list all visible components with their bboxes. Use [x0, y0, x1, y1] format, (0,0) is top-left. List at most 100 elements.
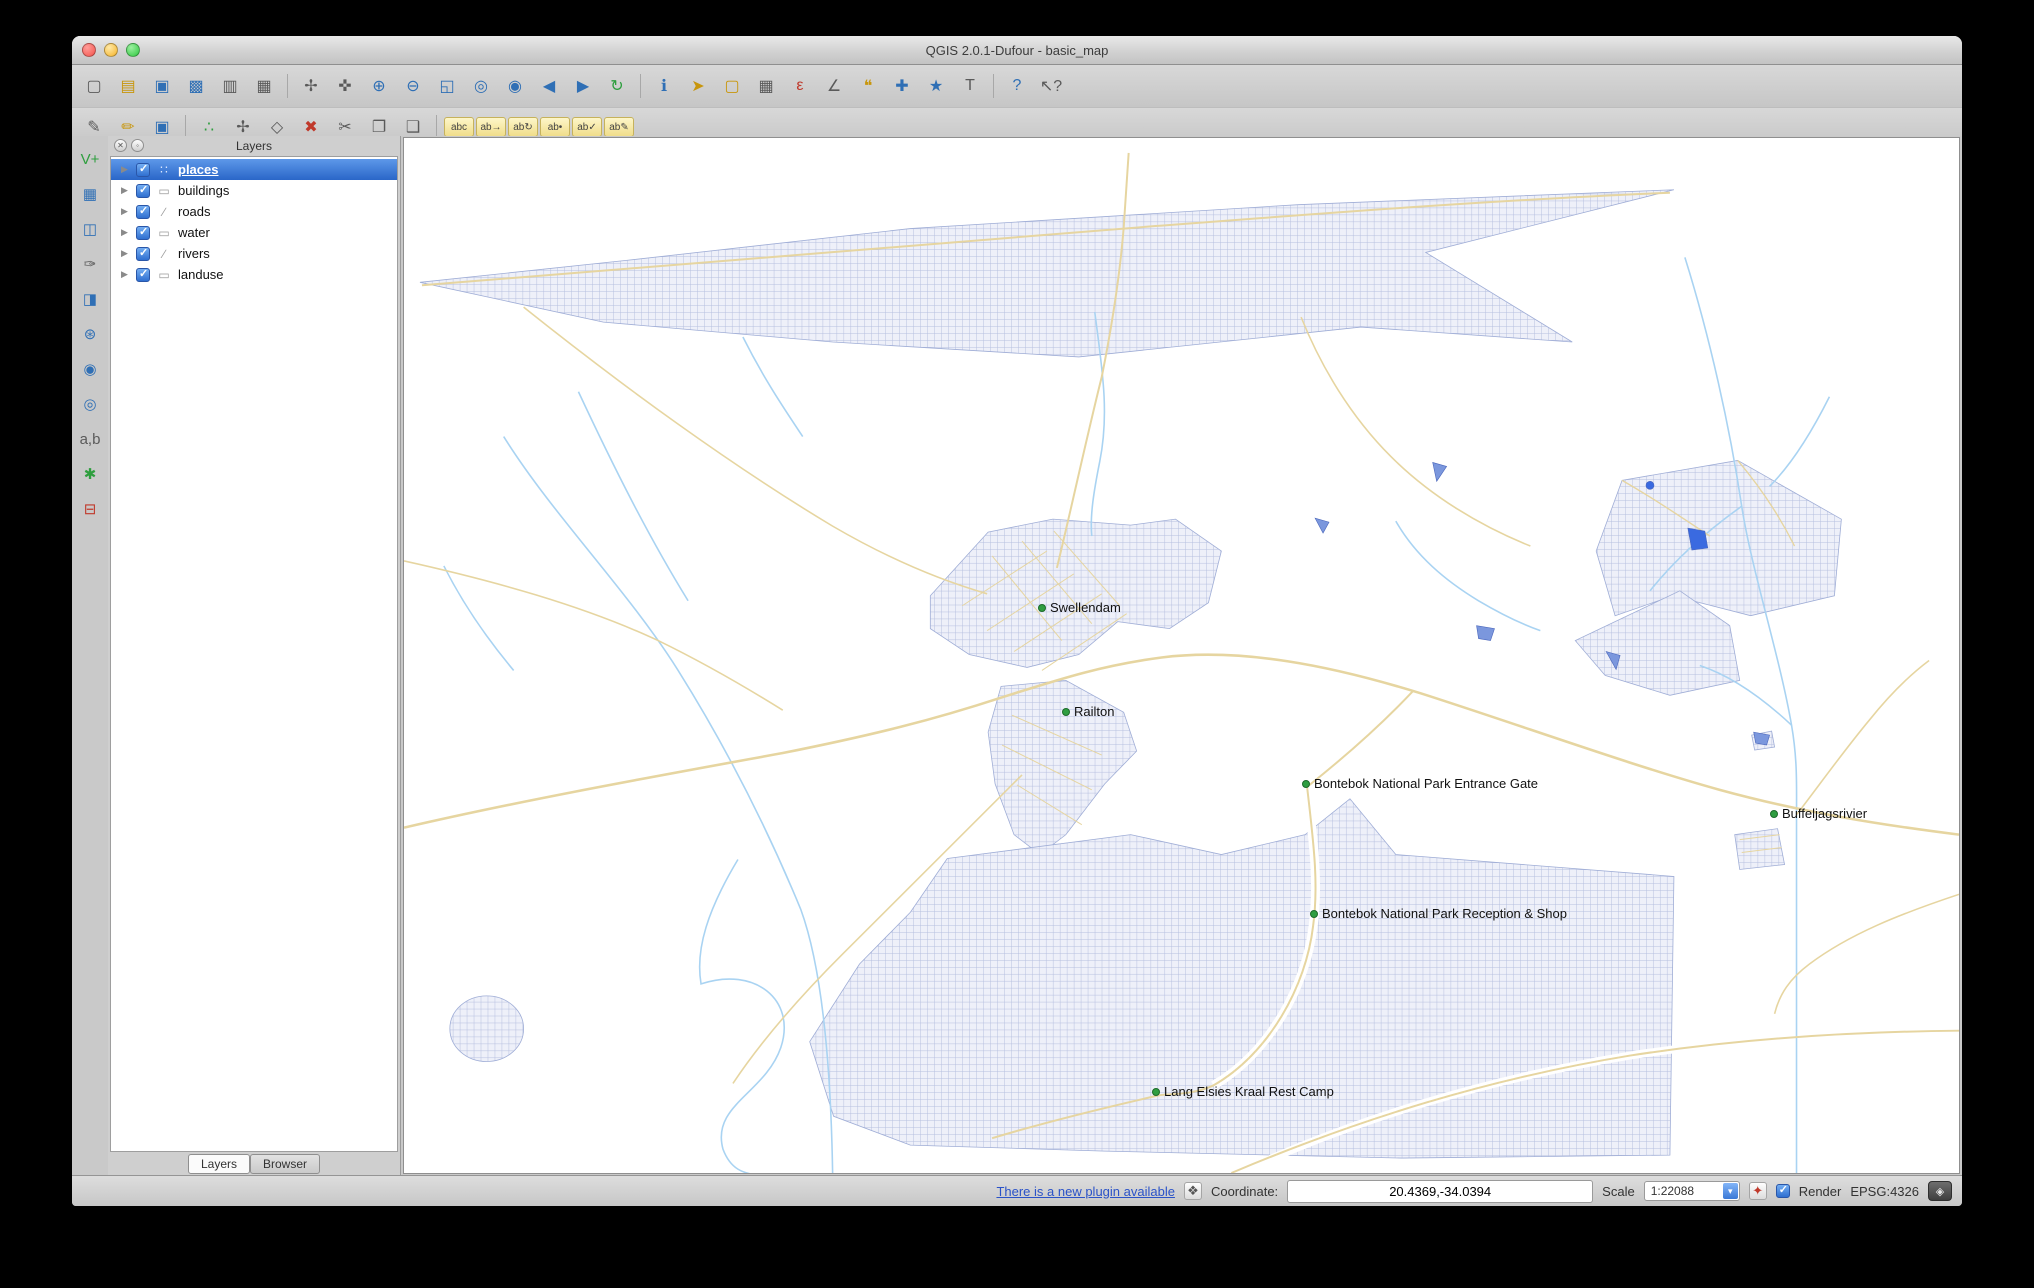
measure-line-button[interactable]: ∠	[818, 73, 850, 99]
zoom-in-button[interactable]: ⊕	[363, 73, 395, 99]
label-rotate-button[interactable]: ab↻	[508, 117, 538, 137]
close-panel-button[interactable]: ✕	[114, 139, 127, 152]
place-label-swellendam: Swellendam	[1038, 600, 1121, 615]
open-attribute-table-button[interactable]: ▦	[750, 73, 782, 99]
map-svg	[404, 152, 1959, 1173]
remove-layer-button[interactable]: ⊟	[74, 496, 106, 522]
new-project-button[interactable]: ▢	[78, 73, 110, 99]
plugin-icon[interactable]: ❖	[1183, 1182, 1202, 1200]
label-pin-button[interactable]: ab•	[540, 117, 570, 137]
disclosure-triangle-icon[interactable]	[121, 185, 130, 196]
status-bar: There is a new plugin available ❖ Coordi…	[72, 1175, 1962, 1206]
layer-checkbox[interactable]	[136, 204, 150, 219]
zoom-next-button[interactable]: ▶	[567, 73, 599, 99]
add-delimited-text-layer-button[interactable]: a,b	[74, 426, 106, 452]
crs-status-button[interactable]: ◈	[1928, 1181, 1952, 1201]
landuse-polygons	[419, 189, 1842, 1159]
zoom-last-button[interactable]: ◀	[533, 73, 565, 99]
add-wfs-layer-button[interactable]: ◎	[74, 391, 106, 417]
disclosure-triangle-icon[interactable]	[121, 206, 130, 217]
map-tips-button[interactable]: ❝	[852, 73, 884, 99]
close-window-button[interactable]	[82, 43, 96, 57]
layer-row-rivers[interactable]: ∕ rivers	[111, 243, 397, 264]
layer-checkbox[interactable]	[136, 225, 150, 240]
layer-checkbox[interactable]	[136, 267, 150, 282]
place-label-text: Bontebok National Park Reception & Shop	[1322, 906, 1567, 921]
minimize-window-button[interactable]	[104, 43, 118, 57]
zoom-full-button[interactable]: ◱	[431, 73, 463, 99]
disclosure-triangle-icon[interactable]	[121, 248, 130, 259]
disclosure-triangle-icon[interactable]	[121, 269, 130, 280]
coordinate-label: Coordinate:	[1210, 1183, 1279, 1199]
scale-combo[interactable]: 1:22088	[1643, 1181, 1740, 1201]
panel-buttons: ✕ ◦	[114, 139, 144, 152]
help-contents-button[interactable]: ?	[1001, 73, 1033, 99]
label-move-button[interactable]: ab→	[476, 117, 506, 137]
layer-label: roads	[178, 204, 211, 219]
new-plugin-link[interactable]: There is a new plugin available	[996, 1184, 1175, 1199]
layer-label: water	[178, 225, 210, 240]
zoom-to-layer-button[interactable]: ◉	[499, 73, 531, 99]
identify-features-button[interactable]: ℹ	[648, 73, 680, 99]
add-raster-layer-button[interactable]: ▦	[74, 181, 106, 207]
main-toolbar: ▢ ▤ ▣ ▩ ▥ ▦ ✢ ✜ ⊕ ⊖ ◱ ◎ ◉ ◀ ▶ ↻ ℹ ➤ ▢ ▦ …	[72, 65, 1962, 108]
traffic-lights	[82, 43, 140, 57]
layer-row-places[interactable]: ∷ places	[111, 159, 397, 180]
add-mssql-layer-button[interactable]: ◨	[74, 286, 106, 312]
label-properties-button[interactable]: ab✎	[604, 117, 634, 137]
layer-row-roads[interactable]: ∕ roads	[111, 201, 397, 222]
layers-panel-title: Layers	[235, 139, 273, 153]
layer-checkbox[interactable]	[136, 183, 150, 198]
zoom-window-button[interactable]	[126, 43, 140, 57]
disclosure-triangle-icon[interactable]	[121, 164, 130, 175]
detach-panel-button[interactable]: ◦	[131, 139, 144, 152]
layer-row-water[interactable]: ▭ water	[111, 222, 397, 243]
render-label: Render	[1798, 1183, 1842, 1199]
save-project-as-button[interactable]: ▩	[180, 73, 212, 99]
deselect-features-button[interactable]: ▢	[716, 73, 748, 99]
crs-label: EPSG:4326	[1850, 1183, 1919, 1199]
title-bar[interactable]: QGIS 2.0.1-Dufour - basic_map	[72, 36, 1962, 65]
add-vector-layer-button[interactable]: V+	[74, 146, 106, 172]
labeling-options-button[interactable]: abc	[444, 117, 474, 137]
field-calculator-button[interactable]: ε	[784, 73, 816, 99]
tab-browser[interactable]: Browser	[250, 1154, 321, 1174]
coordinate-input[interactable]	[1287, 1179, 1594, 1203]
add-wms-layer-button[interactable]: ⊛	[74, 321, 106, 347]
layer-row-landuse[interactable]: ▭ landuse	[111, 264, 397, 285]
layer-tree: ∷ places ▭ buildings ∕ roads	[110, 156, 398, 1152]
composer-manager-button[interactable]: ▦	[248, 73, 280, 99]
save-project-button[interactable]: ▣	[146, 73, 178, 99]
add-spatialite-layer-button[interactable]: ✑	[74, 251, 106, 277]
layer-row-buildings[interactable]: ▭ buildings	[111, 180, 397, 201]
place-label-text: Swellendam	[1050, 600, 1121, 615]
new-bookmark-button[interactable]: ✚	[886, 73, 918, 99]
pan-to-selection-button[interactable]: ✜	[329, 73, 361, 99]
layer-checkbox[interactable]	[136, 246, 150, 261]
scale-label: Scale	[1602, 1183, 1635, 1199]
map-canvas[interactable]: Swellendam Railton Bontebok National Par…	[403, 137, 1960, 1174]
open-project-button[interactable]: ▤	[112, 73, 144, 99]
whats-this-button[interactable]: ↖?	[1035, 73, 1067, 99]
label-show-hide-button[interactable]: ab✓	[572, 117, 602, 137]
refresh-map-button[interactable]: ↻	[601, 73, 633, 99]
text-annotation-button[interactable]: T	[954, 73, 986, 99]
select-features-button[interactable]: ➤	[682, 73, 714, 99]
stop-rendering-icon[interactable]: ✦	[1748, 1182, 1767, 1200]
add-database-layer-button[interactable]: ◫	[74, 216, 106, 242]
render-checkbox[interactable]	[1775, 1183, 1790, 1198]
window-title: QGIS 2.0.1-Dufour - basic_map	[925, 42, 1109, 58]
toolbar-separator	[993, 74, 994, 98]
pan-map-button[interactable]: ✢	[295, 73, 327, 99]
layer-checkbox[interactable]	[136, 162, 150, 177]
zoom-out-button[interactable]: ⊖	[397, 73, 429, 99]
show-bookmarks-button[interactable]: ★	[920, 73, 952, 99]
disclosure-triangle-icon[interactable]	[121, 227, 130, 238]
new-print-composer-button[interactable]: ▥	[214, 73, 246, 99]
polygon-layer-icon: ▭	[158, 183, 170, 198]
zoom-to-selection-button[interactable]: ◎	[465, 73, 497, 99]
new-shapefile-layer-button[interactable]: ✱	[74, 461, 106, 487]
tab-layers[interactable]: Layers	[187, 1154, 250, 1174]
layers-panel: ✕ ◦ Layers ∷ places ▭ buildings	[108, 136, 401, 1176]
add-wcs-layer-button[interactable]: ◉	[74, 356, 106, 382]
